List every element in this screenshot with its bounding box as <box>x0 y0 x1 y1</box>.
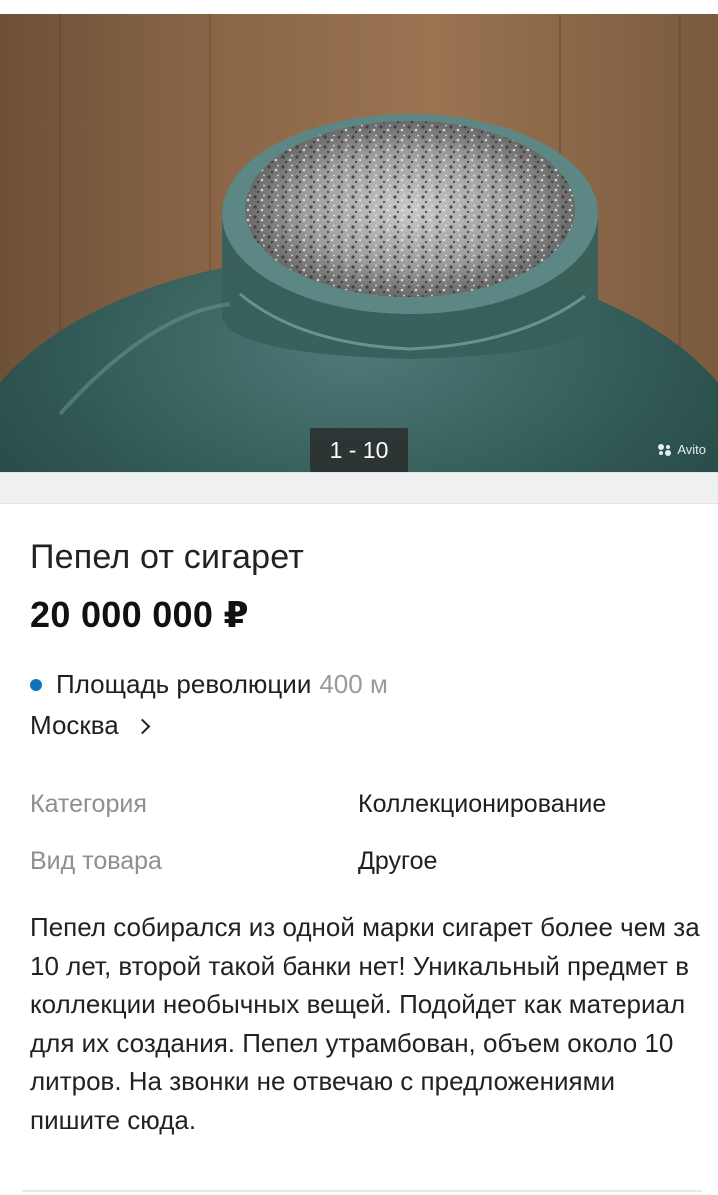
avito-logo-icon <box>658 443 673 456</box>
param-value-category: Коллекционирование <box>358 790 607 818</box>
avito-watermark-text: Avito <box>677 442 706 457</box>
listing-price: 20 000 000 ₽ <box>30 594 249 635</box>
metro-station[interactable]: Площадь революции 400 м <box>30 669 388 700</box>
avito-watermark: Avito <box>658 442 706 457</box>
listing-photo[interactable] <box>0 14 718 472</box>
photo-counter: 1 - 10 <box>310 428 408 472</box>
chevron-right-icon <box>134 718 151 735</box>
section-divider <box>0 472 718 504</box>
city-link[interactable]: Москва <box>30 710 151 741</box>
metro-line-dot-icon <box>30 678 42 691</box>
city-name: Москва <box>30 710 119 740</box>
ash-jar-image <box>0 14 718 472</box>
listing-title: Пепел от сигарет <box>30 538 305 576</box>
bottom-divider <box>22 1190 702 1192</box>
param-label-category: Категория <box>30 790 147 818</box>
metro-distance: 400 м <box>319 669 388 699</box>
param-value-item-type: Другое <box>358 847 438 875</box>
listing-description: Пепел собирался из одной марки сигарет б… <box>30 912 700 1135</box>
metro-station-name: Площадь революции <box>56 669 312 699</box>
param-label-item-type: Вид товара <box>30 847 162 875</box>
